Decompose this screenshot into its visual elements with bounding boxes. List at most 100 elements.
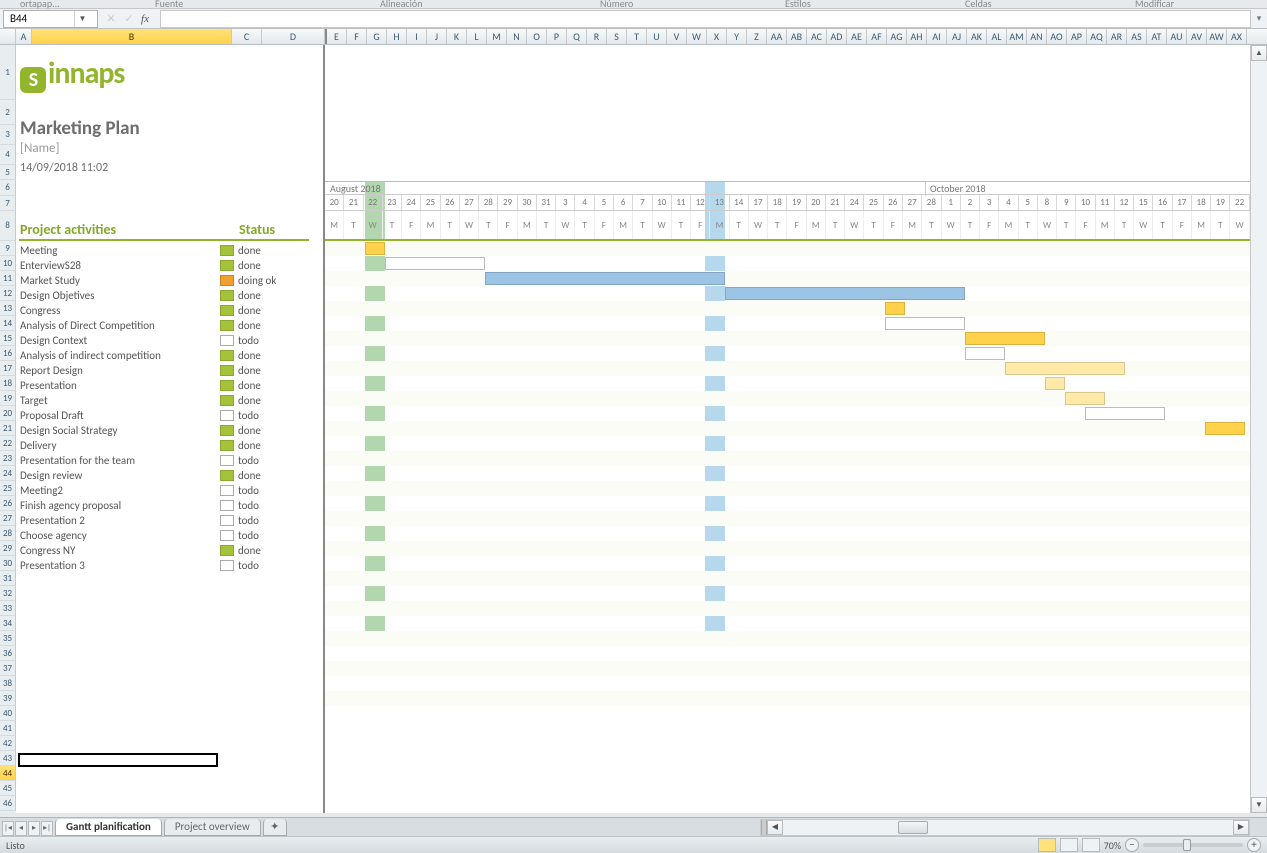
col-header-AM[interactable]: AM: [1007, 29, 1027, 44]
col-header-AK[interactable]: AK: [967, 29, 987, 44]
zoom-thumb[interactable]: [1183, 839, 1191, 851]
activity-row[interactable]: Presentation for the teamtodo: [20, 453, 315, 468]
row-header-32[interactable]: 32: [0, 586, 16, 601]
gantt-bar[interactable]: [1205, 422, 1245, 435]
row-header-44[interactable]: 44: [0, 766, 16, 781]
col-header-K[interactable]: K: [447, 29, 467, 44]
row-header-45[interactable]: 45: [0, 781, 16, 796]
row-header-19[interactable]: 19: [0, 391, 16, 406]
col-header-C[interactable]: C: [232, 29, 262, 44]
col-header-M[interactable]: M: [487, 29, 507, 44]
scroll-right-icon[interactable]: ▶: [1233, 820, 1249, 835]
view-normal-icon[interactable]: [1038, 838, 1056, 852]
activity-row[interactable]: Design Social Strategydone: [20, 423, 315, 438]
activity-row[interactable]: Design Contexttodo: [20, 333, 315, 348]
gantt-bar[interactable]: [885, 302, 905, 315]
row-header-18[interactable]: 18: [0, 376, 16, 391]
col-header-B[interactable]: B: [32, 29, 232, 44]
activity-row[interactable]: Analysis of indirect competitiondone: [20, 348, 315, 363]
col-header-AE[interactable]: AE: [847, 29, 867, 44]
tab-new-icon[interactable]: ✦: [263, 819, 287, 836]
col-header-AU[interactable]: AU: [1167, 29, 1187, 44]
name-box-dropdown[interactable]: ▼: [74, 11, 90, 27]
col-header-G[interactable]: G: [367, 29, 387, 44]
col-header-U[interactable]: U: [647, 29, 667, 44]
col-header-S[interactable]: S: [607, 29, 627, 44]
activity-row[interactable]: EnterviewS28done: [20, 258, 315, 273]
col-header-AW[interactable]: AW: [1207, 29, 1227, 44]
gantt-bar[interactable]: [1045, 377, 1065, 390]
activity-row[interactable]: Presentation 2todo: [20, 513, 315, 528]
activity-row[interactable]: Market Studydoing ok: [20, 273, 315, 288]
tab-overview[interactable]: Project overview: [164, 819, 261, 836]
gantt-bar[interactable]: [885, 317, 965, 330]
col-header-AX[interactable]: AX: [1227, 29, 1247, 44]
gantt-bar[interactable]: [1005, 362, 1125, 375]
col-header-W[interactable]: W: [687, 29, 707, 44]
row-header-38[interactable]: 38: [0, 676, 16, 691]
row-header-1[interactable]: 1: [0, 45, 16, 100]
activity-row[interactable]: Analysis of Direct Competitiondone: [20, 318, 315, 333]
row-header-36[interactable]: 36: [0, 646, 16, 661]
tab-prev-icon[interactable]: ◂: [15, 821, 27, 836]
col-header-AV[interactable]: AV: [1187, 29, 1207, 44]
row-header-8[interactable]: 8: [0, 211, 16, 241]
row-header-39[interactable]: 39: [0, 691, 16, 706]
row-header-11[interactable]: 11: [0, 271, 16, 286]
col-header-R[interactable]: R: [587, 29, 607, 44]
col-header-Q[interactable]: Q: [567, 29, 587, 44]
col-header-AP[interactable]: AP: [1067, 29, 1087, 44]
col-header-AH[interactable]: AH: [907, 29, 927, 44]
row-header-43[interactable]: 43: [0, 751, 16, 766]
row-header-29[interactable]: 29: [0, 541, 16, 556]
row-header-5[interactable]: 5: [0, 165, 16, 180]
zoom-out-button[interactable]: −: [1125, 838, 1139, 852]
view-layout-icon[interactable]: [1060, 838, 1078, 852]
col-header-H[interactable]: H: [387, 29, 407, 44]
horizontal-scrollbar[interactable]: ◀ ▶: [760, 819, 1250, 836]
row-header-16[interactable]: 16: [0, 346, 16, 361]
col-header-D[interactable]: D: [262, 29, 325, 44]
row-header-13[interactable]: 13: [0, 301, 16, 316]
scroll-up-icon[interactable]: ▲: [1251, 45, 1267, 61]
row-header-30[interactable]: 30: [0, 556, 16, 571]
row-header-6[interactable]: 6: [0, 180, 16, 196]
col-header-F[interactable]: F: [347, 29, 367, 44]
zoom-slider[interactable]: [1143, 843, 1243, 847]
col-header-AN[interactable]: AN: [1027, 29, 1047, 44]
row-header-27[interactable]: 27: [0, 511, 16, 526]
activity-row[interactable]: Meetingdone: [20, 243, 315, 258]
gantt-bar[interactable]: [1065, 392, 1105, 405]
row-header-4[interactable]: 4: [0, 145, 16, 165]
row-header-40[interactable]: 40: [0, 706, 16, 721]
col-header-P[interactable]: P: [547, 29, 567, 44]
row-header-3[interactable]: 3: [0, 125, 16, 145]
col-header-AF[interactable]: AF: [867, 29, 887, 44]
col-header-AI[interactable]: AI: [927, 29, 947, 44]
activity-row[interactable]: Congressdone: [20, 303, 315, 318]
name-box-input[interactable]: [4, 12, 74, 25]
col-header-AS[interactable]: AS: [1127, 29, 1147, 44]
row-header-14[interactable]: 14: [0, 316, 16, 331]
col-header-AD[interactable]: AD: [827, 29, 847, 44]
vertical-scrollbar[interactable]: ▲ ▼: [1250, 45, 1267, 813]
col-header-AO[interactable]: AO: [1047, 29, 1067, 44]
row-header-34[interactable]: 34: [0, 616, 16, 631]
activity-row[interactable]: Targetdone: [20, 393, 315, 408]
row-header-33[interactable]: 33: [0, 601, 16, 616]
row-header-22[interactable]: 22: [0, 436, 16, 451]
col-header-O[interactable]: O: [527, 29, 547, 44]
col-header-AQ[interactable]: AQ: [1087, 29, 1107, 44]
gantt-bar[interactable]: [385, 257, 485, 270]
row-header-23[interactable]: 23: [0, 451, 16, 466]
col-header-AG[interactable]: AG: [887, 29, 907, 44]
gantt-bar[interactable]: [1085, 407, 1165, 420]
zoom-in-button[interactable]: +: [1247, 838, 1261, 852]
activity-row[interactable]: Finish agency proposaltodo: [20, 498, 315, 513]
scroll-down-icon[interactable]: ▼: [1251, 797, 1267, 813]
gantt-pane[interactable]: August 2018 October 2018 202122232425262…: [325, 45, 1250, 813]
row-header-46[interactable]: 46: [0, 796, 16, 811]
gantt-bar[interactable]: [965, 332, 1045, 345]
row-header-26[interactable]: 26: [0, 496, 16, 511]
row-header-15[interactable]: 15: [0, 331, 16, 346]
